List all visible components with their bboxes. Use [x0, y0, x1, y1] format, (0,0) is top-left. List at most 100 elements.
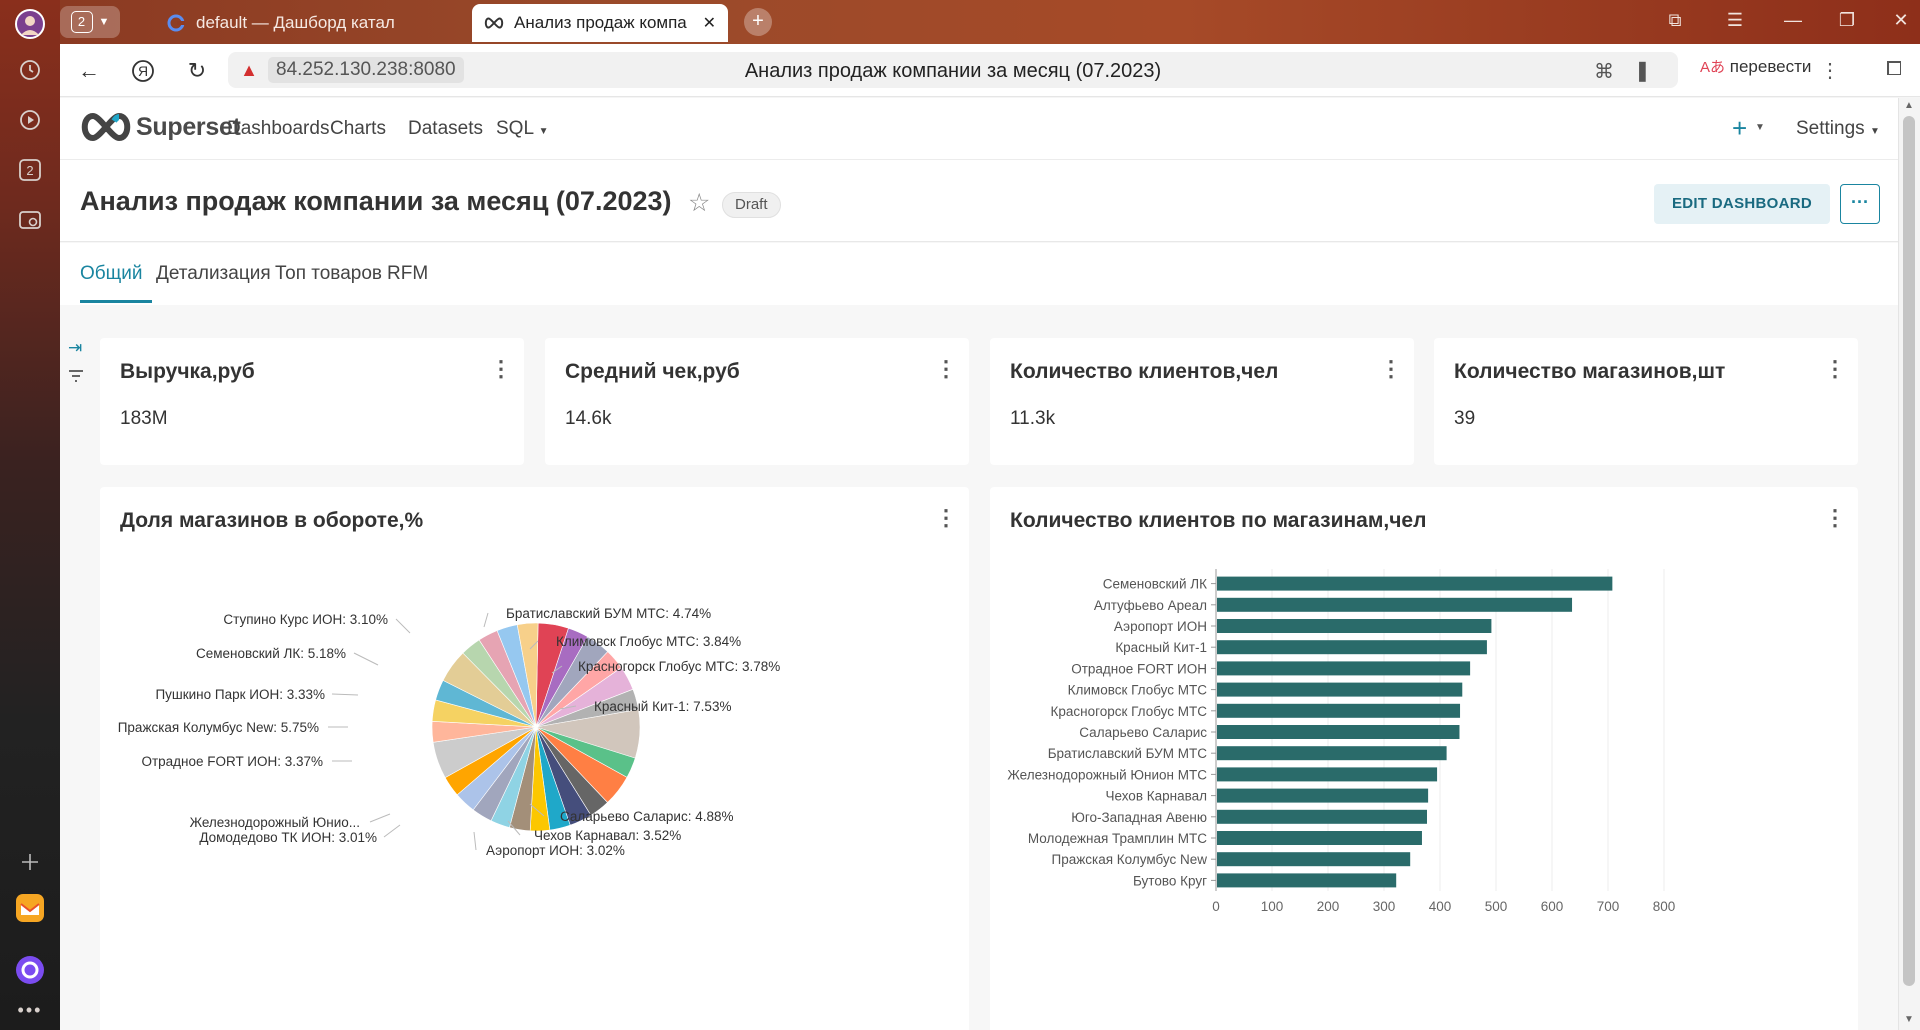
pie-slice-label: Братиславский БУМ МТС: 4.74%: [506, 606, 711, 621]
favorite-star-icon[interactable]: ☆: [688, 188, 710, 218]
bar[interactable]: [1217, 661, 1471, 676]
pie-label-leader: [395, 618, 411, 634]
more-actions-button[interactable]: ···: [1840, 184, 1880, 224]
media-play-icon[interactable]: [14, 104, 46, 136]
pie-label-leader: [483, 612, 489, 628]
y-tick-label: Красный Кит-1: [1115, 640, 1207, 655]
close-icon[interactable]: ✕: [703, 13, 716, 33]
tab-group-button[interactable]: 2 ▼: [60, 6, 120, 38]
bar[interactable]: [1217, 576, 1613, 591]
translate-page-icon[interactable]: ⌘: [1594, 59, 1614, 84]
bar[interactable]: [1217, 682, 1463, 697]
history-icon[interactable]: [14, 54, 46, 86]
bar[interactable]: [1217, 809, 1427, 824]
tab-counter-icon[interactable]: 2: [14, 154, 46, 186]
y-tick-label: Саларьево Саларис: [1079, 725, 1207, 740]
bar[interactable]: [1217, 831, 1422, 845]
page-scrollbar[interactable]: ▲ ▼: [1898, 98, 1920, 1030]
address-input[interactable]: ▲ 84.252.130.238:8080 Анализ продаж комп…: [228, 52, 1678, 88]
y-tick-label: Пражская Колумбус New: [1052, 852, 1208, 867]
tab-default-dashboard[interactable]: default — Дашборд катал: [154, 4, 466, 42]
expand-filter-bar-icon[interactable]: ⇥: [68, 338, 82, 358]
chart-menu-icon[interactable]: ⋮: [1380, 356, 1402, 386]
restore-icon[interactable]: ❐: [1832, 10, 1862, 31]
bookmark-icon[interactable]: ❚: [1634, 58, 1651, 83]
dashboard-tabs: Общий Детализация Топ товаров RFM: [60, 243, 1898, 305]
close-window-icon[interactable]: ✕: [1886, 10, 1916, 31]
scroll-up-icon[interactable]: ▲: [1904, 100, 1914, 111]
status-badge[interactable]: Draft: [722, 192, 781, 218]
add-new-button[interactable]: +: [1732, 113, 1747, 144]
caret-down-icon: ▼: [538, 126, 549, 137]
kpi-title: Количество клиентов,чел: [1010, 360, 1279, 383]
translate-button[interactable]: Aあ перевести: [1700, 56, 1811, 77]
bar[interactable]: [1217, 852, 1411, 867]
pie-slice-label: Аэропорт ИОН: 3.02%: [486, 843, 625, 858]
x-tick-label: 600: [1541, 899, 1564, 914]
alice-assistant-icon[interactable]: [14, 954, 46, 986]
tab-top-products[interactable]: Топ товаров: [275, 263, 382, 285]
kpi-card-clients: Количество клиентов,чел 11.3k ⋮: [990, 338, 1414, 465]
pie-slice-label: Чехов Карнавал: 3.52%: [534, 828, 681, 843]
url-host: 84.252.130.238:8080: [268, 57, 464, 83]
menu-datasets[interactable]: Datasets: [408, 118, 483, 140]
mail-icon[interactable]: [14, 892, 46, 924]
scroll-down-icon[interactable]: ▼: [1904, 1014, 1914, 1025]
more-vertical-icon[interactable]: ⋮: [1820, 58, 1840, 83]
add-panel-icon[interactable]: [14, 846, 46, 878]
bar[interactable]: [1217, 725, 1460, 739]
collections-icon[interactable]: ⧠: [1886, 58, 1902, 81]
chart-menu-icon[interactable]: ⋮: [490, 356, 512, 386]
more-dots-icon[interactable]: •••: [14, 994, 46, 1026]
active-tab-indicator: [80, 300, 152, 303]
reload-button[interactable]: ↻: [182, 56, 212, 86]
kpi-value: 11.3k: [1010, 408, 1056, 429]
bar[interactable]: [1217, 767, 1438, 782]
chart-menu-icon[interactable]: ⋮: [935, 356, 957, 386]
bar[interactable]: [1217, 619, 1492, 633]
superset-logo[interactable]: Superset: [80, 112, 241, 142]
y-tick-label: Аэропорт ИОН: [1114, 619, 1207, 634]
y-tick-label: Молодежная Трамплин МТС: [1028, 831, 1207, 846]
caret-down-icon: ▼: [1755, 122, 1765, 133]
superset-app: Superset Dashboards Charts Datasets SQL …: [60, 98, 1898, 1030]
yandex-home-button[interactable]: Я: [128, 56, 158, 86]
browser-addressbar: ← Я ↻ ▲ 84.252.130.238:8080 Анализ прода…: [60, 44, 1920, 97]
bar[interactable]: [1217, 640, 1487, 655]
edit-dashboard-button[interactable]: EDIT DASHBOARD: [1654, 184, 1830, 224]
menu-charts[interactable]: Charts: [330, 118, 386, 140]
tab-sales-analysis[interactable]: Анализ продаж компа ✕: [472, 4, 728, 42]
bar[interactable]: [1217, 597, 1573, 612]
profile-avatar-icon[interactable]: [14, 8, 46, 40]
x-tick-label: 500: [1485, 899, 1508, 914]
kpi-title: Количество магазинов,шт: [1454, 360, 1726, 383]
x-tick-label: 400: [1429, 899, 1452, 914]
settings-menu[interactable]: Settings ▼: [1796, 118, 1880, 140]
tab-details[interactable]: Детализация: [156, 263, 271, 285]
tab-rfm[interactable]: RFM: [387, 263, 428, 285]
pie-slice-label: Пушкино Парк ИОН: 3.33%: [155, 687, 325, 702]
scrollbar-thumb[interactable]: [1903, 116, 1915, 986]
bookmarks-panel-icon[interactable]: ⧉: [1660, 10, 1690, 31]
pie-slice-label: Семеновский ЛК: 5.18%: [196, 646, 346, 661]
insecure-warning-icon[interactable]: ▲: [238, 59, 260, 81]
x-tick-label: 100: [1261, 899, 1284, 914]
bar[interactable]: [1217, 703, 1461, 718]
menu-dashboards[interactable]: Dashboards: [227, 118, 329, 140]
new-tab-button[interactable]: +: [744, 8, 772, 36]
back-button[interactable]: ←: [74, 56, 104, 86]
dashboard-title[interactable]: Анализ продаж компании за месяц (07.2023…: [80, 186, 672, 217]
menu-sql[interactable]: SQL ▼: [496, 118, 549, 140]
screenshot-icon[interactable]: [14, 204, 46, 236]
minimize-icon[interactable]: —: [1778, 10, 1808, 31]
menu-icon[interactable]: ☰: [1720, 10, 1750, 31]
tab-general[interactable]: Общий: [80, 263, 143, 285]
kpi-title: Выручка,руб: [120, 360, 255, 383]
y-tick-label: Юго-Западная Авеню: [1071, 810, 1207, 825]
y-tick-label: Чехов Карнавал: [1106, 789, 1208, 804]
bar[interactable]: [1217, 788, 1429, 803]
chart-menu-icon[interactable]: ⋮: [1824, 356, 1846, 386]
bar[interactable]: [1217, 746, 1447, 761]
bar[interactable]: [1217, 873, 1397, 888]
filter-icon[interactable]: [68, 368, 84, 388]
